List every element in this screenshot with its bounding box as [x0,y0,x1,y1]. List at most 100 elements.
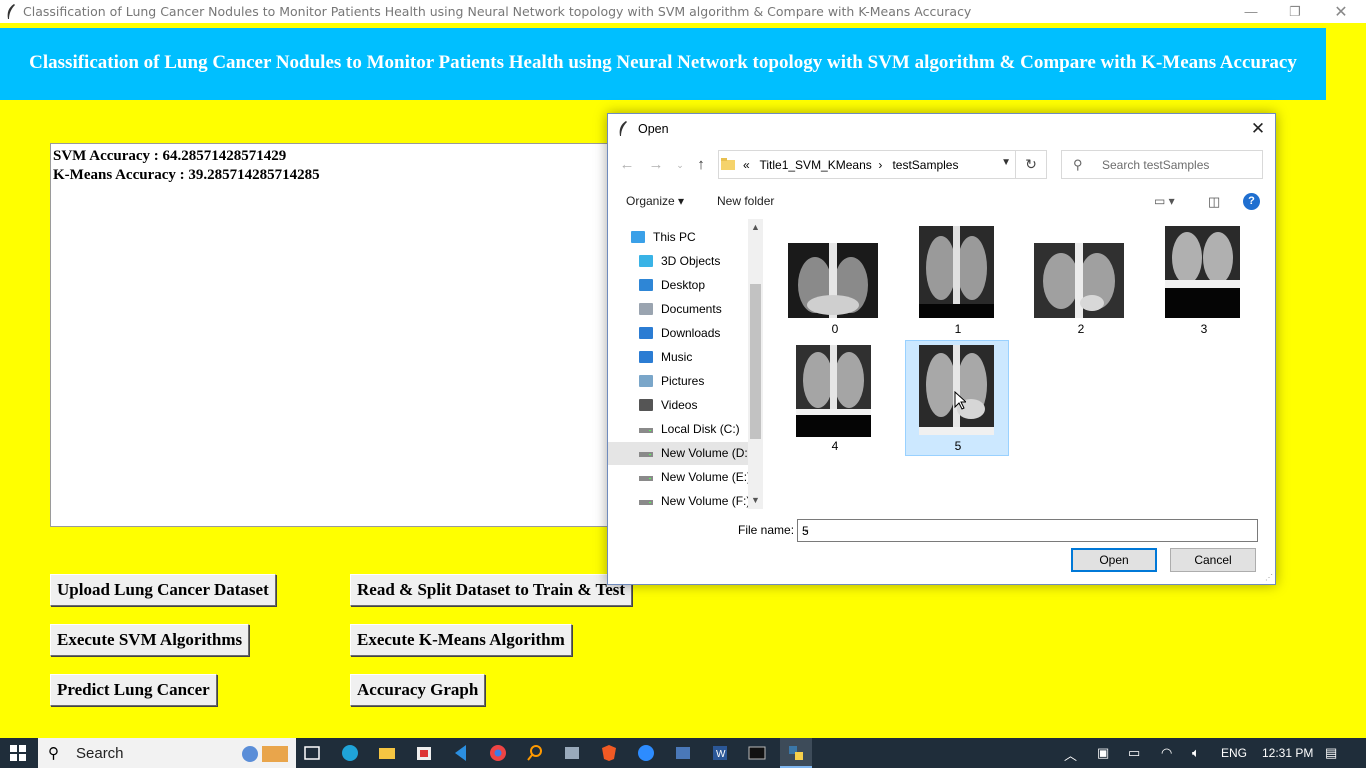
execute-kmeans-button[interactable]: Execute K-Means Algorithm [350,624,572,656]
xray-thumbnail [919,226,994,318]
nav-item-new-volume-d[interactable]: New Volume (D: [608,442,748,465]
nav-item-label: This PC [653,230,696,244]
file-item-selected[interactable]: 5 [905,340,1009,456]
videos-icon [638,398,654,413]
network-icon[interactable]: ◠ [1161,745,1172,761]
zoom-icon[interactable] [636,743,656,763]
nav-item-music[interactable]: Music [608,346,748,369]
battery-icon[interactable]: ▭ [1128,745,1140,761]
tray-overflow-icon[interactable]: ︿ [1064,745,1077,764]
edge-icon[interactable] [340,743,360,763]
chevron-down-icon[interactable]: ⌄ [802,524,1253,535]
nav-item-this-pc[interactable]: This PC [608,226,748,249]
word-icon[interactable]: W [710,743,730,763]
file-explorer-icon[interactable] [377,743,397,763]
chevron-down-icon: ⌄ [676,160,684,170]
file-item[interactable]: 4 [783,341,887,457]
nav-item-downloads[interactable]: Downloads [608,322,748,345]
search-app-icon[interactable] [525,743,545,763]
3d-objects-icon [638,254,654,269]
breadcrumb-item[interactable]: Title1_SVM_KMeans [759,158,871,172]
desktop-icon [638,278,654,293]
file-item[interactable]: 1 [906,222,1010,338]
scroll-thumb[interactable] [750,284,761,439]
notifications-icon[interactable]: ▤ [1325,745,1337,761]
restore-button[interactable]: ❐ [1272,0,1318,23]
clock[interactable]: 12:31 PM [1262,746,1313,760]
vscode-icon[interactable] [451,743,471,763]
preview-pane-button[interactable]: ◫ [1208,194,1220,210]
close-window-button[interactable]: ✕ [1318,0,1364,23]
arrow-up-icon: ↑ [697,156,705,173]
accuracy-graph-button[interactable]: Accuracy Graph [350,674,486,706]
recent-locations-button[interactable]: ⌄ [669,154,691,176]
breadcrumb-item[interactable]: testSamples [892,158,958,172]
xray-thumbnail [1165,226,1240,318]
nav-item-videos[interactable]: Videos [608,394,748,417]
search-highlight-icon [242,746,288,762]
organize-menu[interactable]: Organize ▾ [626,194,684,208]
scroll-up-icon[interactable]: ▲ [748,222,763,232]
up-button[interactable]: ↑ [690,154,712,176]
nav-item-documents[interactable]: Documents [608,298,748,321]
file-item[interactable]: 0 [783,222,887,338]
view-options-button[interactable]: ▭ ▾ [1154,194,1175,208]
forward-button[interactable]: → [645,154,667,176]
open-button[interactable]: Open [1071,548,1157,572]
chevron-down-icon[interactable]: ▼ [1001,157,1011,168]
execute-svm-button[interactable]: Execute SVM Algorithms [50,624,250,656]
address-bar[interactable]: « Title1_SVM_KMeans › testSamples ▼ [718,150,1016,179]
read-split-dataset-button[interactable]: Read & Split Dataset to Train & Test [350,574,633,606]
scroll-down-icon[interactable]: ▼ [748,495,763,505]
nav-item-local-disk-c[interactable]: Local Disk (C:) [608,418,748,441]
dialog-close-button[interactable]: ✕ [1247,118,1269,140]
task-view-icon[interactable] [302,743,322,763]
minimize-button[interactable]: — [1228,0,1274,23]
help-button[interactable]: ? [1243,193,1260,210]
nav-item-3d-objects[interactable]: 3D Objects [608,250,748,273]
nav-item-new-volume-e[interactable]: New Volume (E:) [608,466,748,489]
python-app-active[interactable] [780,738,812,768]
search-box[interactable]: ⚲ Search testSamples [1061,150,1263,179]
nav-item-desktop[interactable]: Desktop [608,274,748,297]
predict-lung-cancer-button[interactable]: Predict Lung Cancer [50,674,217,706]
help-icon: ? [1248,195,1255,207]
cancel-button[interactable]: Cancel [1170,548,1256,572]
paint-icon[interactable] [562,743,582,763]
nav-item-label: Documents [661,302,722,316]
pc-icon [630,230,646,245]
navigation-pane: This PC 3D Objects Desktop Documents Downloa… [608,219,763,509]
breadcrumb-overflow[interactable]: « [743,158,750,172]
nav-scrollbar[interactable]: ▲ ▼ [748,219,763,509]
terminal-icon[interactable] [747,743,767,763]
back-button[interactable]: ← [616,154,638,176]
refresh-button[interactable]: ↻ [1016,150,1047,179]
preview-pane-icon: ◫ [1208,194,1221,209]
nav-item-pictures[interactable]: Pictures [608,370,748,393]
window-title-bar: Classification of Lung Cancer Nodules to… [0,0,1366,23]
resize-grip-icon[interactable]: ⋰ [1265,573,1273,582]
mouse-cursor-icon [954,391,966,410]
file-name-input[interactable]: 5 ⌄ [797,519,1258,542]
store-icon[interactable] [414,743,434,763]
volume-icon[interactable]: 🔈︎ [1192,745,1200,761]
file-item[interactable]: 3 [1152,222,1256,338]
documents-icon [638,302,654,317]
dialog-title: Open [638,122,669,136]
search-icon: ⚲ [1073,157,1083,172]
svg-text:W: W [716,749,726,760]
brave-icon[interactable] [599,743,619,763]
new-folder-button[interactable]: New folder [717,194,774,208]
output-text-area[interactable]: SVM Accuracy : 64.28571428571429 K-Means… [50,143,620,527]
nav-item-new-volume-f[interactable]: New Volume (F:) [608,490,748,509]
window-title: Classification of Lung Cancer Nodules to… [23,4,972,19]
language-indicator[interactable]: ENG [1221,746,1247,760]
taskbar-search[interactable]: ⚲ Search [38,738,296,768]
meet-icon[interactable]: ▣ [1097,745,1109,761]
upload-dataset-button[interactable]: Upload Lung Cancer Dataset [50,574,276,606]
chrome-icon[interactable] [488,743,508,763]
app-icon[interactable] [673,743,693,763]
windows-start-icon[interactable] [10,745,26,761]
file-item[interactable]: 2 [1029,222,1133,338]
file-name: 1 [954,322,962,336]
